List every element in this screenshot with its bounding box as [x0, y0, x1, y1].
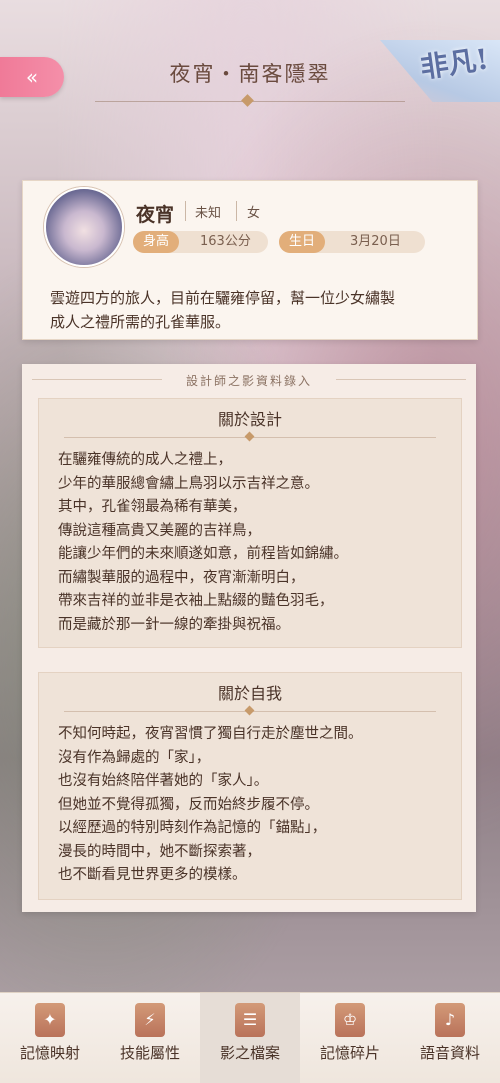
document-icon: ☰ [235, 1003, 265, 1037]
birthday-value: 3月20日 [350, 234, 401, 249]
character-name: 夜宵 [136, 204, 175, 226]
tab-label: 記憶映射 [19, 1044, 80, 1062]
tab-memory-fragments[interactable]: ♔ 記憶碎片 [300, 993, 400, 1083]
divider [336, 379, 466, 380]
record-panel: 設計師之影資料錄入 關於設計 在驪雍傳統的成人之禮上， 少年的華服總會繡上鳥羽以… [22, 364, 476, 912]
origin-tag: 未知 [195, 206, 222, 221]
tab-label: 記憶碎片 [319, 1044, 380, 1062]
profile-card: 夜宵 未知 女 身高 163公分 生日 3月20日 雲遊四方的旅人，目前在驪雍停… [22, 180, 478, 340]
birthday-label: 生日 [279, 231, 326, 253]
height-label: 身高 [133, 231, 180, 253]
divider [185, 201, 186, 221]
diamond-ornament-icon [241, 94, 254, 107]
avatar [44, 187, 124, 267]
text-line: 而繡製華服的過程中，夜宵漸漸明白， [58, 569, 305, 586]
design-section: 關於設計 在驪雍傳統的成人之禮上， 少年的華服總會繡上鳥羽以示吉祥之意。 其中，… [38, 398, 462, 648]
text-line: 少年的華服總會繡上鳥羽以示吉祥之意。 [58, 475, 319, 492]
self-section: 關於自我 不知何時起，夜宵習慣了獨自行走於塵世之間。 沒有作為歸處的「家」， 也… [38, 672, 462, 900]
text-line: 漫長的時間中，她不斷探索著， [58, 843, 261, 860]
bio-text: 雲遊四方的旅人，目前在驪雍停留，幫一位少女繡製 成人之禮所需的孔雀華服。 [50, 286, 460, 334]
text-line: 能讓少年們的未來順遂如意，前程皆如錦繡。 [58, 546, 348, 562]
height-value: 163公分 [200, 234, 251, 249]
text-line: 帶來吉祥的並非是衣袖上點綴的豔色羽毛， [58, 593, 334, 609]
text-line: 也沒有始終陪伴著她的「家人」。 [58, 773, 269, 789]
tab-memory-mapping[interactable]: ✦ 記憶映射 [0, 993, 100, 1083]
lightning-shield-icon: ⚡ [135, 1003, 165, 1037]
tab-voice-data[interactable]: ♪ 語音資料 [400, 993, 500, 1083]
card-icon: ✦ [35, 1003, 65, 1037]
section-title: 關於自我 [217, 684, 282, 703]
bio-line: 成人之禮所需的孔雀華服。 [50, 313, 231, 331]
tab-skill-attributes[interactable]: ⚡ 技能屬性 [100, 993, 200, 1083]
tab-shadow-archive[interactable]: ☰ 影之檔案 [200, 993, 300, 1083]
text-line: 而是藏於那一針一線的牽掛與祝福。 [58, 616, 290, 633]
text-line: 以經歷過的特別時刻作為記憶的「錨點」， [58, 820, 327, 836]
tab-label: 影之檔案 [219, 1044, 280, 1062]
bio-line: 雲遊四方的旅人，目前在驪雍停留，幫一位少女繡製 [50, 289, 396, 307]
section-body: 在驪雍傳統的成人之禮上， 少年的華服總會繡上鳥羽以示吉祥之意。 其中，孔雀翎最為… [58, 449, 448, 637]
text-line: 沒有作為歸處的「家」， [58, 749, 211, 766]
text-line: 但她並不覺得孤獨，反而始終步履不停。 [58, 796, 319, 813]
phone-audio-icon: ♪ [435, 1003, 465, 1037]
tab-label: 語音資料 [419, 1044, 480, 1062]
text-line: 其中，孔雀翎最為稀有華美， [58, 499, 247, 515]
record-header: 設計師之影資料錄入 [185, 374, 312, 388]
bottom-tab-bar: ✦ 記憶映射 ⚡ 技能屬性 ☰ 影之檔案 ♔ 記憶碎片 ♪ 語音資料 [0, 992, 500, 1083]
dress-icon: ♔ [335, 1003, 365, 1037]
diamond-ornament-icon [244, 705, 255, 716]
text-line: 不知何時起，夜宵習慣了獨自行走於塵世之間。 [58, 726, 363, 742]
diamond-ornament-icon [244, 431, 255, 442]
tab-label: 技能屬性 [119, 1044, 180, 1062]
divider [236, 201, 237, 221]
text-line: 在驪雍傳統的成人之禮上， [58, 452, 232, 468]
text-line: 傳說這種高貴又美麗的吉祥鳥， [58, 522, 261, 539]
gender-tag: 女 [247, 206, 261, 221]
text-line: 也不斷看見世界更多的模樣。 [58, 867, 247, 883]
section-title: 關於設計 [217, 410, 282, 429]
section-body: 不知何時起，夜宵習慣了獨自行走於塵世之間。 沒有作為歸處的「家」， 也沒有始終陪… [58, 723, 448, 888]
